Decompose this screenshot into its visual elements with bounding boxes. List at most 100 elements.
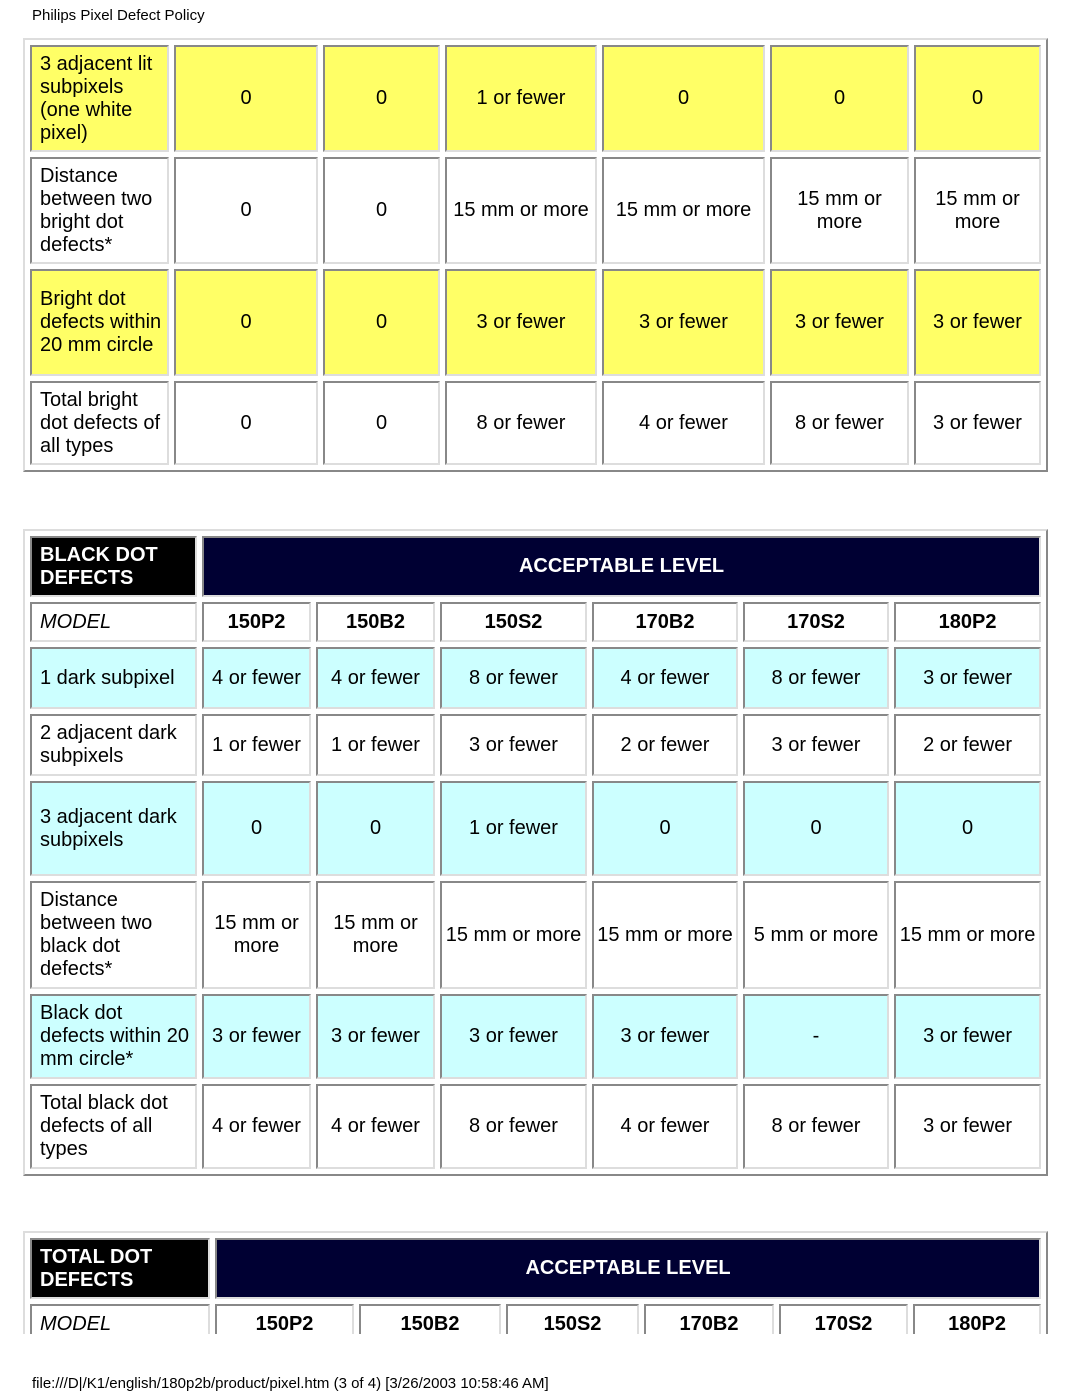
value-cell: 3 or fewer xyxy=(894,994,1042,1079)
value-cell: 4 or fewer xyxy=(592,647,738,709)
value-cell: 0 xyxy=(592,781,738,876)
model-header: 170S2 xyxy=(779,1304,908,1334)
value-cell: 0 xyxy=(323,381,440,465)
value-cell: 0 xyxy=(174,269,318,376)
row-label: Distance between two black dot defects* xyxy=(30,881,197,989)
value-cell: 4 or fewer xyxy=(602,381,765,465)
model-header: 180P2 xyxy=(913,1304,1042,1334)
value-cell: 15 mm or more xyxy=(770,157,909,264)
value-cell: 3 or fewer xyxy=(914,381,1041,465)
value-cell: 8 or fewer xyxy=(743,647,889,709)
row-label: Total bright dot defects of all types xyxy=(30,381,169,465)
model-header: 150P2 xyxy=(215,1304,354,1334)
row-label: 3 adjacent dark subpixels xyxy=(30,781,197,876)
table-row: Black dot defects within 20 mm circle* 3 … xyxy=(30,994,1042,1079)
value-cell: 8 or fewer xyxy=(770,381,909,465)
value-cell: 15 mm or more xyxy=(316,881,435,989)
row-label: Bright dot defects within 20 mm circle xyxy=(30,269,169,376)
value-cell: 15 mm or more xyxy=(894,881,1042,989)
value-cell: 4 or fewer xyxy=(592,1084,738,1169)
value-cell: 0 xyxy=(316,781,435,876)
row-label: Distance between two bright dot defects* xyxy=(30,157,169,264)
value-cell: 0 xyxy=(770,45,909,152)
model-label: MODEL xyxy=(30,1304,210,1334)
value-cell: 0 xyxy=(174,381,318,465)
total-dot-table: TOTAL DOT DEFECTS ACCEPTABLE LEVEL MODEL 15… xyxy=(23,1231,1049,1334)
footer-url: file:///D|/K1/english/180p2b/product/pix… xyxy=(32,1375,549,1392)
value-cell: 0 xyxy=(323,157,440,264)
value-cell: 3 or fewer xyxy=(770,269,909,376)
value-cell: 0 xyxy=(323,45,440,152)
model-header: 150S2 xyxy=(440,602,587,642)
row-label: Black dot defects within 20 mm circle* xyxy=(30,994,197,1079)
acceptable-level-header: ACCEPTABLE LEVEL xyxy=(215,1238,1042,1299)
value-cell: 15 mm or more xyxy=(445,157,597,264)
value-cell: 0 xyxy=(323,269,440,376)
value-cell: 15 mm or more xyxy=(602,157,765,264)
value-cell: - xyxy=(743,994,889,1079)
value-cell: 4 or fewer xyxy=(202,647,311,709)
value-cell: 0 xyxy=(602,45,765,152)
table-title: BLACK DOT DEFECTS xyxy=(30,536,197,597)
value-cell: 3 or fewer xyxy=(602,269,765,376)
value-cell: 3 or fewer xyxy=(592,994,738,1079)
value-cell: 8 or fewer xyxy=(445,381,597,465)
value-cell: 4 or fewer xyxy=(316,1084,435,1169)
value-cell: 3 or fewer xyxy=(743,714,889,776)
value-cell: 15 mm or more xyxy=(202,881,311,989)
table-row: Distance between two bright dot defects*… xyxy=(30,157,1041,264)
value-cell: 2 or fewer xyxy=(894,714,1042,776)
row-label: Total black dot defects of all types xyxy=(30,1084,197,1169)
model-header: 180P2 xyxy=(894,602,1042,642)
acceptable-level-header: ACCEPTABLE LEVEL xyxy=(202,536,1042,597)
value-cell: 15 mm or more xyxy=(592,881,738,989)
row-label: 1 dark subpixel xyxy=(30,647,197,709)
value-cell: 3 or fewer xyxy=(202,994,311,1079)
model-header: 150P2 xyxy=(202,602,311,642)
value-cell: 0 xyxy=(743,781,889,876)
value-cell: 0 xyxy=(202,781,311,876)
model-header: 170B2 xyxy=(592,602,738,642)
model-header: 150S2 xyxy=(506,1304,639,1334)
model-header: 170S2 xyxy=(743,602,889,642)
black-dot-table: BLACK DOT DEFECTS ACCEPTABLE LEVEL MODEL 15… xyxy=(23,529,1049,1176)
value-cell: 8 or fewer xyxy=(440,647,587,709)
table-row: 2 adjacent dark subpixels 1 or fewer 1 or … xyxy=(30,714,1042,776)
table-row: Total bright dot defects of all types 0 0 8… xyxy=(30,381,1041,465)
bright-dot-table: 3 adjacent lit subpixels (one white pixe… xyxy=(23,38,1048,472)
table-row: Distance between two black dot defects* 1… xyxy=(30,881,1042,989)
value-cell: 4 or fewer xyxy=(316,647,435,709)
value-cell: 0 xyxy=(894,781,1042,876)
value-cell: 3 or fewer xyxy=(316,994,435,1079)
value-cell: 3 or fewer xyxy=(440,714,587,776)
value-cell: 0 xyxy=(174,45,318,152)
model-label: MODEL xyxy=(30,602,197,642)
value-cell: 1 or fewer xyxy=(316,714,435,776)
value-cell: 15 mm or more xyxy=(914,157,1041,264)
value-cell: 2 or fewer xyxy=(592,714,738,776)
model-header: 150B2 xyxy=(316,602,435,642)
value-cell: 1 or fewer xyxy=(202,714,311,776)
value-cell: 3 or fewer xyxy=(440,994,587,1079)
row-label: 2 adjacent dark subpixels xyxy=(30,714,197,776)
table-row: Bright dot defects within 20 mm circle 0 0… xyxy=(30,269,1041,376)
model-header: 150B2 xyxy=(359,1304,501,1334)
page-header: Philips Pixel Defect Policy xyxy=(32,7,205,24)
value-cell: 8 or fewer xyxy=(440,1084,587,1169)
table-row: 3 adjacent lit subpixels (one white pixe… xyxy=(30,45,1041,152)
table-title: TOTAL DOT DEFECTS xyxy=(30,1238,210,1299)
table-row: Total black dot defects of all types 4 or… xyxy=(30,1084,1042,1169)
value-cell: 5 mm or more xyxy=(743,881,889,989)
table-row: 1 dark subpixel 4 or fewer 4 or fewer 8 or … xyxy=(30,647,1042,709)
value-cell: 1 or fewer xyxy=(445,45,597,152)
value-cell: 8 or fewer xyxy=(743,1084,889,1169)
value-cell: 3 or fewer xyxy=(445,269,597,376)
value-cell: 1 or fewer xyxy=(440,781,587,876)
value-cell: 3 or fewer xyxy=(894,1084,1042,1169)
value-cell: 15 mm or more xyxy=(440,881,587,989)
value-cell: 3 or fewer xyxy=(894,647,1042,709)
table-row: 3 adjacent dark subpixels 0 0 1 or fewer 0 0 0 xyxy=(30,781,1042,876)
value-cell: 0 xyxy=(914,45,1041,152)
model-header: 170B2 xyxy=(644,1304,774,1334)
value-cell: 4 or fewer xyxy=(202,1084,311,1169)
